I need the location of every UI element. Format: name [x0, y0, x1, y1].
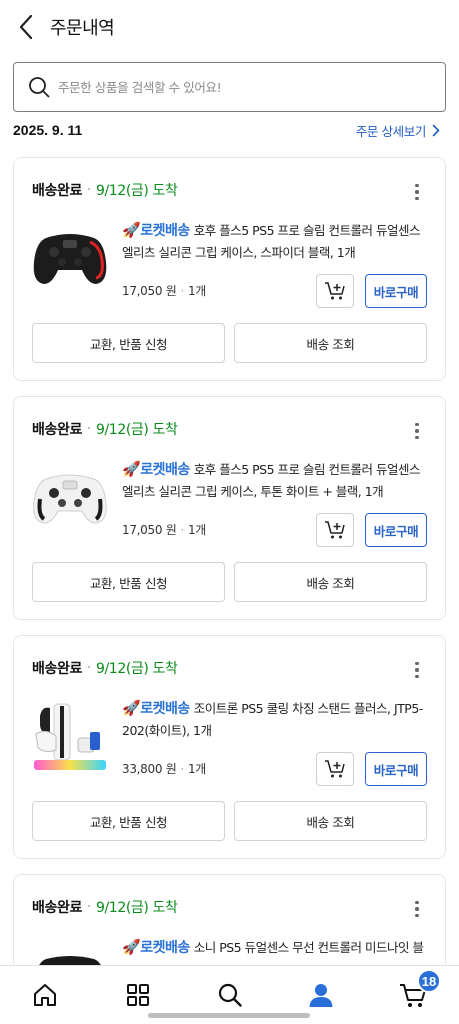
- product-price: 17,050 원: [122, 523, 177, 537]
- arrival-date: 9/12(금) 도착: [95, 900, 178, 916]
- order-card: 배송완료 · 9/12(금) 도착 🚀로켓배송 호후 플스5 PS5 프로 슬림 …: [13, 396, 446, 620]
- product-info[interactable]: 🚀로켓배송 호후 플스5 PS5 프로 슬림 컨트롤러 듀얼센스 엘리츠 실리콘 …: [122, 459, 428, 502]
- track-delivery-button[interactable]: 배송 조회: [234, 562, 427, 602]
- rocket-delivery-badge: 🚀로켓배송: [122, 699, 190, 717]
- delivery-status: 배송완료 · 9/12(금) 도착: [32, 180, 178, 200]
- product-image[interactable]: [32, 459, 108, 535]
- status-label: 배송완료: [32, 661, 82, 677]
- product-name: 소니 PS5 듀얼센스 무선 컨트롤러 미드나잇 블: [193, 940, 424, 955]
- rocket-label: 로켓배송: [140, 223, 190, 239]
- product-info[interactable]: 🚀로켓배송 조이트론 PS5 쿨링 차징 스탠드 플러스, JTP5-202(화이…: [122, 698, 428, 741]
- buy-now-button[interactable]: 바로구매: [365, 513, 427, 547]
- home-indicator: [148, 1013, 310, 1018]
- more-options-button[interactable]: [407, 180, 427, 204]
- status-label: 배송완료: [32, 183, 82, 199]
- search-icon: [218, 983, 242, 1007]
- add-to-cart-button[interactable]: [316, 752, 354, 786]
- search-bar[interactable]: [13, 62, 446, 112]
- arrival-date: 9/12(금) 도착: [95, 661, 178, 677]
- delivery-status: 배송완료 · 9/12(금) 도착: [32, 658, 178, 678]
- more-options-button[interactable]: [407, 658, 427, 682]
- controller-black-image: [33, 234, 107, 284]
- return-exchange-button[interactable]: 교환, 반품 신청: [32, 323, 225, 363]
- rocket-delivery-badge: 🚀로켓배송: [122, 460, 190, 478]
- arrival-date: 9/12(금) 도착: [95, 183, 178, 199]
- controller-white-image: [33, 474, 107, 524]
- search-input[interactable]: [58, 79, 418, 95]
- charging-stand-image: [34, 703, 106, 770]
- rocket-icon: 🚀: [122, 221, 141, 239]
- cart-plus-icon: [325, 760, 345, 778]
- order-date: 2025. 9. 11: [13, 122, 83, 138]
- product-qty: 1개: [187, 762, 207, 776]
- product-image[interactable]: [32, 220, 108, 296]
- buy-now-button[interactable]: 바로구매: [365, 752, 427, 786]
- cart-plus-icon: [325, 521, 345, 539]
- nav-search[interactable]: [215, 980, 245, 1010]
- return-exchange-button[interactable]: 교환, 반품 신청: [32, 801, 225, 841]
- cart-count-badge: 18: [417, 969, 441, 993]
- categories-icon: [127, 984, 149, 1006]
- chevron-right-icon: [432, 124, 440, 137]
- nav-my-account[interactable]: [306, 980, 336, 1010]
- home-icon: [34, 984, 56, 1006]
- header: 주문내역: [0, 0, 459, 54]
- product-qty: 1개: [187, 284, 207, 298]
- rocket-icon: 🚀: [122, 460, 141, 478]
- price-row: 17,050 원 · 1개: [122, 523, 207, 537]
- delivery-status: 배송완료 · 9/12(금) 도착: [32, 419, 178, 439]
- order-card: 배송완료 · 9/12(금) 도착 🚀로켓배송 호후 플스5 PS5 프로 슬림 …: [13, 157, 446, 381]
- order-detail-link[interactable]: 주문 상세보기: [356, 121, 440, 140]
- cart-plus-icon: [325, 282, 345, 300]
- price-row: 33,800 원 · 1개: [122, 762, 207, 776]
- rocket-label: 로켓배송: [140, 701, 190, 717]
- search-icon: [29, 77, 50, 98]
- product-image[interactable]: [32, 698, 108, 774]
- product-info[interactable]: 🚀로켓배송 호후 플스5 PS5 프로 슬림 컨트롤러 듀얼센스 엘리츠 실리콘 …: [122, 220, 428, 263]
- track-delivery-button[interactable]: 배송 조회: [234, 801, 427, 841]
- rocket-delivery-badge: 🚀로켓배송: [122, 221, 190, 239]
- back-button[interactable]: [12, 12, 40, 42]
- status-separator: ·: [86, 421, 91, 437]
- arrival-date: 9/12(금) 도착: [95, 422, 178, 438]
- product-qty: 1개: [187, 523, 207, 537]
- status-label: 배송완료: [32, 422, 82, 438]
- more-options-button[interactable]: [407, 897, 427, 921]
- status-separator: ·: [86, 899, 91, 915]
- chevron-left-icon: [19, 14, 33, 40]
- buy-now-button[interactable]: 바로구매: [365, 274, 427, 308]
- status-label: 배송완료: [32, 900, 82, 916]
- add-to-cart-button[interactable]: [316, 274, 354, 308]
- add-to-cart-button[interactable]: [316, 513, 354, 547]
- rocket-label: 로켓배송: [140, 462, 190, 478]
- status-separator: ·: [86, 182, 91, 198]
- nav-home[interactable]: [30, 980, 60, 1010]
- track-delivery-button[interactable]: 배송 조회: [234, 323, 427, 363]
- order-detail-label: 주문 상세보기: [355, 124, 427, 139]
- order-card: 배송완료 · 9/12(금) 도착 🚀로켓배송 조이트론 PS5 쿨링 차징 스탠…: [13, 635, 446, 859]
- order-date-row: 2025. 9. 11 주문 상세보기: [13, 120, 446, 140]
- delivery-status: 배송완료 · 9/12(금) 도착: [32, 897, 178, 917]
- rocket-label: 로켓배송: [140, 940, 190, 956]
- page-title: 주문내역: [50, 18, 115, 39]
- product-price: 17,050 원: [122, 284, 177, 298]
- more-options-button[interactable]: [407, 419, 427, 443]
- product-info[interactable]: 🚀로켓배송 소니 PS5 듀얼센스 무선 컨트롤러 미드나잇 블: [122, 937, 428, 958]
- price-row: 17,050 원 · 1개: [122, 284, 207, 298]
- rocket-icon: 🚀: [122, 938, 141, 956]
- rocket-delivery-badge: 🚀로켓배송: [122, 938, 190, 956]
- my-account-icon: [309, 984, 333, 1007]
- rocket-icon: 🚀: [122, 699, 141, 717]
- return-exchange-button[interactable]: 교환, 반품 신청: [32, 562, 225, 602]
- status-separator: ·: [86, 660, 91, 676]
- nav-categories[interactable]: [123, 980, 153, 1010]
- product-price: 33,800 원: [122, 762, 177, 776]
